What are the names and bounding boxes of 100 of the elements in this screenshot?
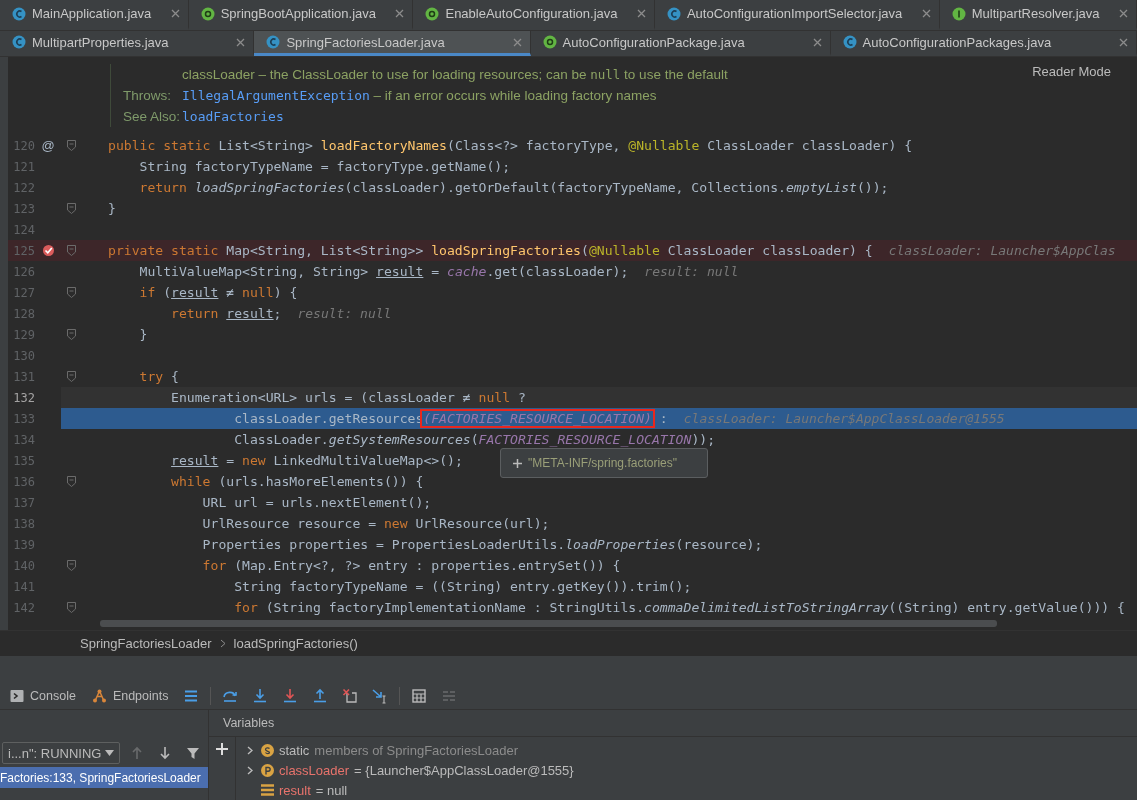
parameter-icon bbox=[261, 763, 274, 777]
line-number: 123 bbox=[12, 201, 35, 216]
interface-icon bbox=[951, 6, 966, 21]
doc-text: loadFactories bbox=[182, 109, 284, 124]
code-text: URL url = urls.nextElement(); bbox=[201, 494, 432, 512]
doc-text: classLoader – the ClassLoader to use for loading resources; can be null to use the default bbox=[182, 67, 728, 82]
class-icon bbox=[842, 35, 857, 49]
doc-label: Throws: bbox=[123, 88, 172, 103]
step-out-icon bbox=[312, 688, 329, 704]
fold-marker-icon[interactable] bbox=[66, 329, 76, 340]
horizontal-scrollbar[interactable] bbox=[100, 620, 997, 627]
debug-tab[interactable]: Endpoints bbox=[87, 689, 173, 703]
close-icon[interactable] bbox=[636, 9, 646, 18]
breadcrumb[interactable]: loadSpringFactories() bbox=[233, 635, 358, 651]
code-text: return loadSpringFactories(classLoader).getOrDefault(factoryTypeName, Collections.emptyList()); bbox=[138, 179, 889, 197]
fold-marker-icon[interactable] bbox=[66, 602, 76, 613]
code-text: } bbox=[138, 326, 148, 344]
line-number: 129 bbox=[12, 327, 35, 342]
variable-value: members of SpringFactoriesLoader bbox=[314, 742, 519, 758]
code-text: return result; bbox=[170, 305, 282, 323]
code-text: private static Map<String, List<String>> loadSpringFactories(@Nullable ClassLoader classLoader) { bbox=[108, 242, 873, 260]
code-text: MultiValueMap<String, String> result = cache.get(classLoader); bbox=[138, 263, 629, 281]
plus-icon[interactable] bbox=[513, 458, 522, 468]
code-text: } bbox=[108, 200, 116, 218]
popup-value: "META-INF/spring.factories" bbox=[528, 456, 677, 470]
breakpoint-icon[interactable] bbox=[41, 244, 55, 257]
variable-value: = {Launcher$AppClassLoader@1555} bbox=[354, 762, 574, 778]
code-text: for (Map.Entry<?, ?> entry : properties.entrySet()) { bbox=[201, 557, 621, 575]
inline-hint: result: null bbox=[297, 306, 392, 321]
static-icon bbox=[261, 743, 274, 757]
chevron-icon bbox=[219, 638, 226, 648]
code-text: Properties properties = PropertiesLoaderUtils.loadProperties(resource); bbox=[201, 536, 763, 554]
arrow-down-icon bbox=[158, 746, 172, 760]
code-text: result = new LinkedMultiValueMap<>(); bbox=[170, 452, 463, 470]
line-number: 142 bbox=[12, 600, 35, 615]
line-number: 124 bbox=[12, 222, 35, 237]
class-icon bbox=[12, 35, 26, 49]
gutter-mark[interactable]: @ bbox=[41, 138, 55, 153]
line-number: 128 bbox=[12, 306, 35, 321]
line-number: 126 bbox=[12, 264, 35, 279]
code-text: Enumeration<URL> urls = (classLoader ≠ null ? bbox=[170, 389, 526, 407]
code-text: UrlResource resource = new UrlResource(url); bbox=[201, 515, 550, 533]
inline-hint: result: null bbox=[644, 264, 739, 279]
calculator-icon bbox=[411, 688, 428, 704]
step-into-icon bbox=[252, 688, 269, 704]
arrow-up-icon bbox=[130, 746, 144, 760]
doc-label: See Also: bbox=[123, 109, 182, 124]
variable-name: result bbox=[279, 782, 311, 798]
line-number: 134 bbox=[12, 432, 35, 447]
thread-dropdown[interactable]: i...n": RUNNING bbox=[2, 742, 120, 764]
close-icon[interactable] bbox=[170, 9, 180, 18]
code-text: String factoryTypeName = factoryType.getName(); bbox=[138, 158, 511, 176]
fold-marker-icon[interactable] bbox=[66, 245, 76, 256]
line-number: 135 bbox=[12, 453, 35, 468]
fold-marker-icon[interactable] bbox=[66, 371, 76, 382]
line-number: 121 bbox=[12, 159, 35, 174]
line-number: 137 bbox=[12, 495, 35, 510]
line-number: 125 bbox=[12, 243, 35, 258]
annotation-icon bbox=[425, 6, 440, 21]
fold-marker-icon[interactable] bbox=[66, 287, 76, 298]
code-text: ClassLoader.getSystemResources(FACTORIES_RESOURCE_LOCATION)); bbox=[233, 431, 716, 449]
fold-marker-icon[interactable] bbox=[66, 203, 76, 214]
code-text: classLoader.getResources(FACTORIES_RESOURCE_LOCATION) : bbox=[233, 408, 668, 429]
close-icon[interactable] bbox=[1119, 9, 1128, 18]
inline-hint: classLoader: Launcher$AppClassLoader@1555 bbox=[683, 411, 1005, 426]
plus-icon[interactable] bbox=[216, 743, 228, 755]
line-number: 140 bbox=[12, 558, 35, 573]
close-icon[interactable] bbox=[921, 9, 931, 18]
close-icon[interactable] bbox=[512, 37, 522, 47]
class-icon bbox=[666, 6, 681, 21]
panel-title: Variables bbox=[223, 716, 275, 730]
line-number: 130 bbox=[12, 348, 35, 363]
reader-mode-link[interactable]: Reader Mode bbox=[1032, 64, 1111, 79]
code-text: while (urls.hasMoreElements()) { bbox=[170, 473, 424, 491]
variable-value: = null bbox=[315, 782, 348, 798]
line-number: 133 bbox=[12, 411, 35, 426]
stack-frame[interactable]: Factories:133, SpringFactoriesLoader bbox=[0, 767, 208, 788]
fold-marker-icon[interactable] bbox=[66, 560, 76, 571]
line-number: 131 bbox=[12, 369, 35, 384]
endpoints-icon bbox=[91, 689, 107, 703]
code-text: try { bbox=[138, 368, 179, 386]
close-icon[interactable] bbox=[1119, 37, 1128, 47]
field-icon bbox=[261, 784, 274, 796]
doc-text: IllegalArgumentException – if an error occurs while loading factory names bbox=[182, 88, 657, 103]
debug-tab[interactable]: Console bbox=[6, 689, 80, 703]
editor-tab[interactable]: SpringFactoriesLoader.java bbox=[254, 31, 531, 56]
line-number: 138 bbox=[12, 516, 35, 531]
class-icon bbox=[12, 6, 26, 21]
line-number: 141 bbox=[12, 579, 35, 594]
code-text: for (String factoryImplementationName : StringUtils.commaDelimitedListToStringArray((String) entry.getValue())) { bbox=[233, 599, 1125, 617]
caret-icon bbox=[105, 750, 114, 756]
fold-marker-icon[interactable] bbox=[66, 476, 76, 487]
fold-marker-icon[interactable] bbox=[66, 140, 76, 151]
breadcrumb[interactable]: SpringFactoriesLoader bbox=[80, 635, 212, 651]
line-number: 122 bbox=[12, 180, 35, 195]
close-icon[interactable] bbox=[236, 37, 246, 47]
variable-name: classLoader bbox=[279, 762, 350, 778]
close-icon[interactable] bbox=[812, 37, 822, 47]
close-icon[interactable] bbox=[395, 9, 405, 18]
code-text: String factoryTypeName = ((String) entry.getKey()).trim(); bbox=[233, 578, 692, 596]
